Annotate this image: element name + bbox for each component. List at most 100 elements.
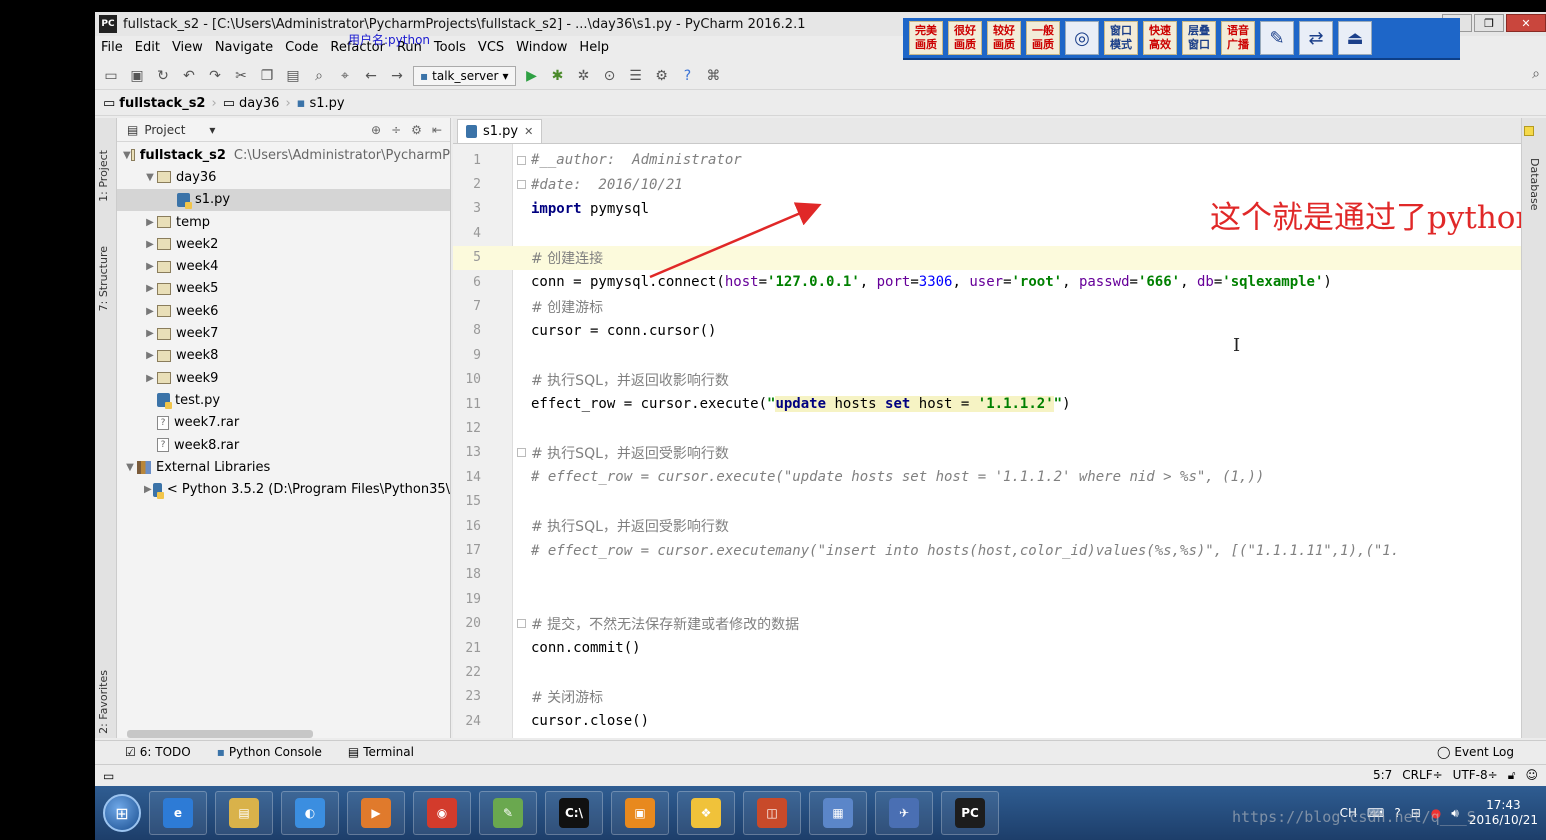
code-line[interactable]: 19	[453, 587, 1521, 611]
menu-navigate[interactable]: Navigate	[215, 40, 273, 55]
expand-arrow-icon[interactable]: ▶	[143, 306, 157, 317]
code-line[interactable]: 8 cursor = conn.cursor()	[453, 319, 1521, 343]
menu-view[interactable]: View	[172, 40, 203, 55]
taskbar-app-briefcase[interactable]: ▣	[611, 791, 669, 835]
code-line[interactable]: 21 conn.commit()	[453, 636, 1521, 660]
brush-icon[interactable]: ✎	[1260, 21, 1294, 55]
run-icon[interactable]: ▶	[522, 66, 542, 86]
fold-icon[interactable]	[517, 619, 526, 629]
structure-tool-tab[interactable]: 7: Structure	[97, 246, 110, 311]
tree-item[interactable]: ▼ External Libraries	[117, 456, 450, 478]
tree-item[interactable]: test.py	[117, 389, 450, 411]
debug-icon[interactable]: ✱	[548, 66, 568, 86]
hector-icon[interactable]: ☺	[1525, 768, 1538, 783]
menu-code[interactable]: Code	[285, 40, 318, 55]
tree-item[interactable]: ▶ week6	[117, 300, 450, 322]
collapse-all-icon[interactable]: ÷	[391, 123, 401, 137]
copy-icon[interactable]: ❐	[257, 66, 277, 86]
tree-item[interactable]: ▶ week7	[117, 322, 450, 344]
find-icon[interactable]: ⌕	[309, 66, 329, 86]
expand-arrow-icon[interactable]: ▶	[143, 484, 153, 495]
event-log-tab[interactable]: ◯ Event Log	[1437, 745, 1514, 759]
run-config-select[interactable]: ▪ talk_server ▾	[413, 65, 516, 86]
code-line[interactable]: 13 # 执行SQL，并返回受影响行数	[453, 441, 1521, 465]
lock-icon[interactable]: 🔓︎	[1508, 768, 1516, 783]
concurrency-icon[interactable]: ☰	[626, 66, 646, 86]
clock[interactable]: 17:43 2016/10/21	[1469, 798, 1538, 828]
scroll-from-source-icon[interactable]: ⊕	[371, 123, 381, 137]
screen-switch-icon[interactable]: ⇄	[1299, 21, 1333, 55]
fold-icon[interactable]	[517, 180, 526, 190]
file-encoding[interactable]: UTF-8÷	[1453, 768, 1498, 783]
tree-item[interactable]: ▶ < Python 3.5.2 (D:\Program Files\Python…	[117, 478, 450, 500]
menu-file[interactable]: File	[101, 40, 123, 55]
taskbar-app-cmd[interactable]: C:\	[545, 791, 603, 835]
window-mode-button[interactable]: 窗口 模式	[1104, 21, 1138, 55]
code-line[interactable]: 5 # 创建连接	[453, 245, 1521, 270]
expand-arrow-icon[interactable]: ▶	[143, 217, 157, 228]
code-line[interactable]: 24 cursor.close()	[453, 709, 1521, 733]
search-icon[interactable]: ⌕	[1532, 66, 1540, 82]
code-line[interactable]: 9	[453, 343, 1521, 367]
tree-item[interactable]: ▶ temp	[117, 211, 450, 233]
code-line[interactable]: 15	[453, 490, 1521, 514]
tree-item[interactable]: ▶ week4	[117, 255, 450, 277]
tree-item[interactable]: ▼ day36	[117, 166, 450, 188]
code-line[interactable]: 12	[453, 416, 1521, 440]
project-tool-tab[interactable]: 1: Project	[97, 150, 110, 202]
breadcrumb-folder[interactable]: ▭ day36	[223, 96, 280, 111]
code-line[interactable]: 6 conn = pymysql.connect(host='127.0.0.1'…	[453, 270, 1521, 294]
code-line[interactable]: 11 effect_row = cursor.execute(" update ho…	[453, 392, 1521, 416]
taskbar-app-browser-blue[interactable]: ◐	[281, 791, 339, 835]
close-button[interactable]: ✕	[1506, 14, 1546, 32]
quality-normal-button[interactable]: 一般 画质	[1026, 21, 1060, 55]
tree-item[interactable]: ▶ week5	[117, 278, 450, 300]
database-tool-tab[interactable]: Database	[1528, 158, 1541, 211]
settings-icon[interactable]: ⚙	[652, 66, 672, 86]
chevron-down-icon[interactable]: ▾	[209, 123, 215, 137]
redo-icon[interactable]: ↷	[205, 66, 225, 86]
expand-arrow-icon[interactable]: ▶	[143, 350, 157, 361]
menu-vcs[interactable]: VCS	[478, 40, 504, 55]
menu-window[interactable]: Window	[516, 40, 567, 55]
breadcrumb-project[interactable]: ▭ fullstack_s2	[103, 96, 205, 111]
start-button[interactable]: ⊞	[103, 794, 141, 832]
code-line[interactable]: 18	[453, 563, 1521, 587]
breadcrumb-file[interactable]: ▪ s1.py	[297, 96, 345, 111]
todo-tab[interactable]: ☑ 6: TODO	[125, 745, 191, 759]
taskbar-app-folder-yellow[interactable]: ❖	[677, 791, 735, 835]
tree-item[interactable]: ▶ week8	[117, 345, 450, 367]
menu-help[interactable]: Help	[579, 40, 609, 55]
taskbar-app-slides[interactable]: ◫	[743, 791, 801, 835]
code-line[interactable]: 23 # 关闭游标	[453, 685, 1521, 709]
expand-arrow-icon[interactable]: ▶	[143, 373, 157, 384]
close-icon[interactable]: ✕	[524, 125, 533, 138]
restore-button[interactable]: ❐	[1474, 14, 1504, 32]
tree-item[interactable]: ▶ week9	[117, 367, 450, 389]
expand-arrow-icon[interactable]: ▼	[123, 150, 131, 161]
open-icon[interactable]: ▭	[101, 66, 121, 86]
expand-arrow-icon[interactable]: ▶	[143, 328, 157, 339]
tree-item[interactable]: ? week7.rar	[117, 412, 450, 434]
taskbar-app-pycharm[interactable]: PC	[941, 791, 999, 835]
code-line[interactable]: 10 # 执行SQL，并返回收影响行数	[453, 368, 1521, 392]
quality-good-button[interactable]: 较好 画质	[987, 21, 1021, 55]
gear-icon[interactable]: ⚙	[411, 123, 422, 137]
expand-arrow-icon[interactable]: ▶	[143, 261, 157, 272]
taskbar-app-notepad[interactable]: ✎	[479, 791, 537, 835]
back-icon[interactable]: ←	[361, 66, 381, 86]
favorites-tool-tab[interactable]: 2: Favorites	[97, 670, 110, 734]
taskbar-app-network[interactable]: ✈	[875, 791, 933, 835]
tree-item[interactable]: ? week8.rar	[117, 434, 450, 456]
fold-icon[interactable]	[517, 448, 526, 458]
code-line[interactable]: 16 # 执行SQL，并返回受影响行数	[453, 514, 1521, 538]
cascade-window-button[interactable]: 层叠 窗口	[1182, 21, 1216, 55]
recorder-dial-icon[interactable]: ◎	[1065, 21, 1099, 55]
forward-icon[interactable]: →	[387, 66, 407, 86]
tab-s1-py[interactable]: s1.py ✕	[457, 119, 543, 143]
profile-icon[interactable]: ⊙	[600, 66, 620, 86]
menu-edit[interactable]: Edit	[135, 40, 160, 55]
taskbar-app-explorer[interactable]: ▤	[215, 791, 273, 835]
toggle-tool-windows-icon[interactable]: ▭	[103, 769, 114, 783]
cut-icon[interactable]: ✂	[231, 66, 251, 86]
